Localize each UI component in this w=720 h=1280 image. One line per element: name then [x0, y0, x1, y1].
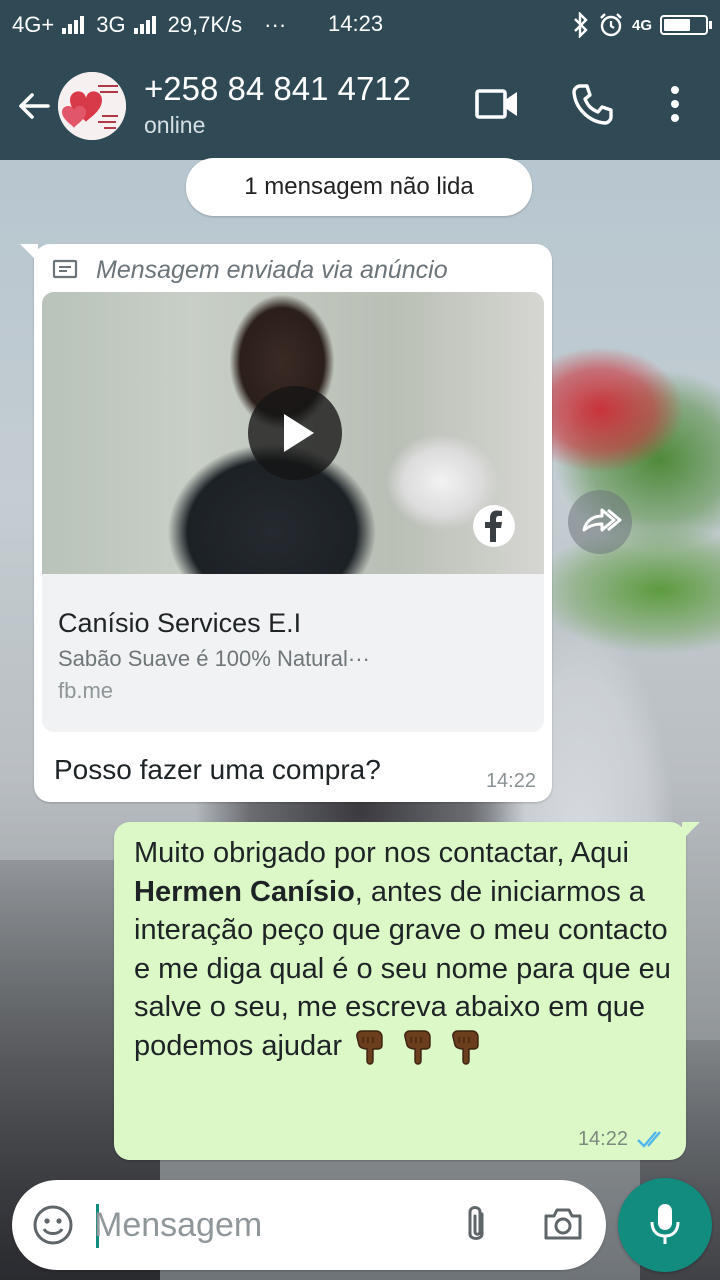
- incoming-message-text: Posso fazer uma compra?: [54, 754, 381, 785]
- status-time: 14:23: [328, 11, 384, 36]
- bubble-tail: [20, 244, 38, 262]
- double-tick-icon: [637, 1131, 661, 1148]
- pointing-down-emoji: 👇🏾👇🏾👇🏾: [352, 1027, 484, 1067]
- signal-icon-2: [133, 16, 156, 34]
- status-bar-right: 4G: [572, 12, 712, 38]
- ad-header: Mensagem enviada via anúncio: [52, 252, 448, 288]
- camera-icon[interactable]: [542, 1204, 584, 1244]
- outgoing-message-text: Muito obrigado por nos contactar, Aqui H…: [134, 834, 674, 1067]
- play-button[interactable]: [248, 386, 342, 480]
- phone-call-icon[interactable]: [570, 82, 614, 126]
- bubble-tail: [682, 822, 700, 840]
- mic-button[interactable]: [618, 1178, 712, 1272]
- network-label-mid: 3G: [96, 12, 126, 37]
- emoji-icon[interactable]: [32, 1204, 74, 1246]
- contact-status: online: [144, 112, 206, 138]
- avatar[interactable]: [58, 72, 126, 140]
- outgoing-text-bold: Hermen Canísio: [134, 875, 355, 908]
- status-bar: 4G+ 3G 29,7K/s ··· 14:23 4G: [0, 0, 720, 50]
- forward-icon: [582, 508, 622, 532]
- ad-card[interactable]: Canísio Services E.I Sabão Suave é 100% …: [42, 292, 544, 732]
- contact-name[interactable]: +258 84 841 4712: [144, 70, 411, 108]
- avatar-hearts-icon: [58, 72, 126, 140]
- network-label-right: 4G: [631, 16, 652, 34]
- message-input[interactable]: [94, 1200, 454, 1250]
- incoming-message-time: 14:22: [485, 770, 536, 792]
- back-arrow-icon[interactable]: [14, 86, 54, 126]
- forward-button[interactable]: [568, 490, 632, 554]
- network-label-left: 4G+: [12, 12, 55, 37]
- video-call-icon[interactable]: [474, 86, 520, 122]
- ad-label: Mensagem enviada via anúncio: [96, 255, 448, 284]
- status-dots: ···: [264, 12, 287, 37]
- network-speed: 29,7K/s: [167, 12, 243, 37]
- unread-label: 1 mensagem não lida: [244, 173, 474, 200]
- unread-messages-indicator: 1 mensagem não lida: [186, 158, 532, 216]
- point-down-icon: [356, 1030, 383, 1065]
- signal-icon: [62, 16, 85, 34]
- outgoing-message-bubble[interactable]: Muito obrigado por nos contactar, Aqui H…: [114, 822, 700, 1160]
- more-menu-icon[interactable]: [660, 84, 690, 124]
- status-bar-left: 4G+ 3G 29,7K/s ···: [12, 12, 286, 38]
- point-down-icon: [404, 1030, 431, 1065]
- ad-description: Sabão Suave é 100% Natural···: [58, 646, 370, 671]
- incoming-message-bubble[interactable]: Mensagem enviada via anúncio Canísio Ser…: [20, 244, 552, 802]
- message-input-bar: [12, 1180, 606, 1270]
- play-icon: [284, 414, 314, 452]
- ad-title: Canísio Services E.I: [58, 608, 302, 638]
- facebook-icon: [473, 505, 515, 547]
- point-down-icon: [452, 1030, 479, 1065]
- ad-video-thumbnail[interactable]: [42, 292, 544, 574]
- ad-message-icon: [52, 259, 78, 279]
- outgoing-message-time: 14:22: [577, 1128, 628, 1150]
- mic-icon: [650, 1204, 680, 1244]
- battery-icon: [660, 15, 712, 35]
- chat-header: +258 84 841 4712 online: [0, 50, 720, 160]
- alarm-icon: [600, 13, 622, 37]
- bluetooth-icon: [574, 12, 588, 38]
- ad-link[interactable]: fb.me: [58, 678, 113, 704]
- attach-icon[interactable]: [458, 1202, 494, 1248]
- outgoing-text-part1: Muito obrigado por nos contactar, Aqui: [134, 837, 629, 869]
